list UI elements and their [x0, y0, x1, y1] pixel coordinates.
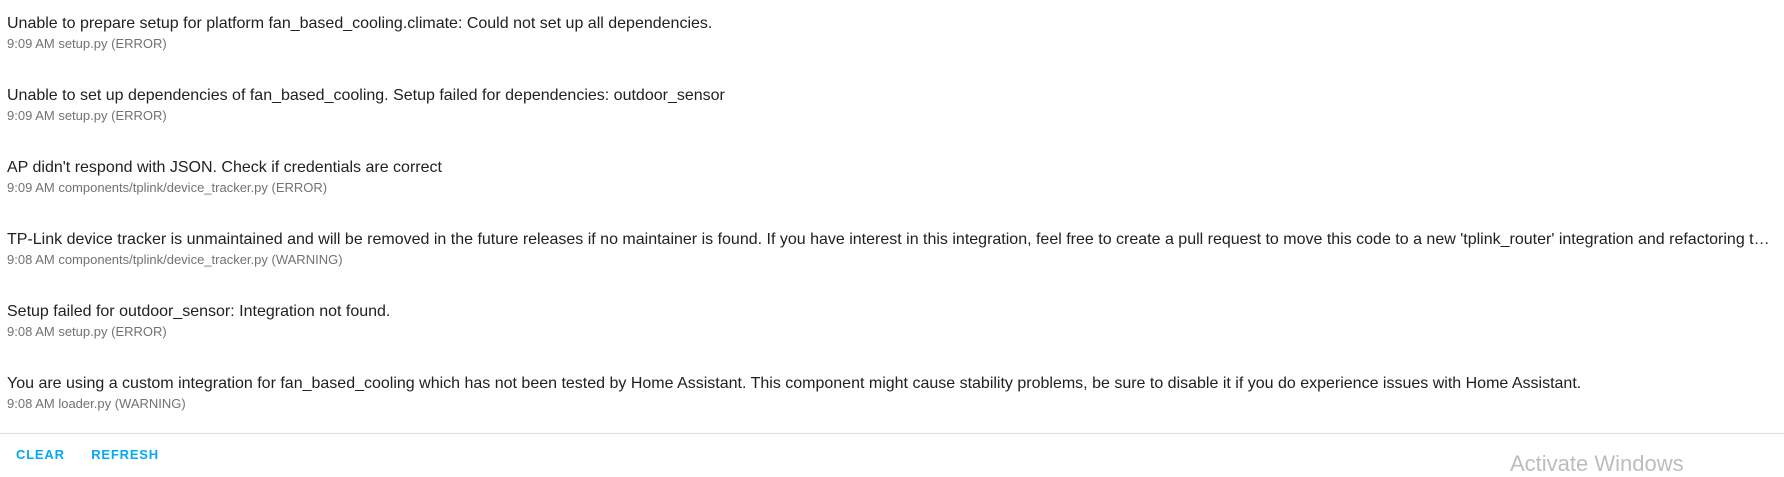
log-time: 9:09 AM	[7, 36, 55, 51]
log-level: (ERROR)	[271, 180, 328, 195]
log-item[interactable]: You are using a custom integration for f…	[7, 374, 1777, 412]
log-level: (ERROR)	[111, 108, 167, 123]
log-source: setup.py	[58, 36, 108, 51]
log-level: (ERROR)	[111, 36, 167, 51]
log-source: loader.py	[58, 396, 112, 411]
log-message: AP didn't respond with JSON. Check if cr…	[7, 159, 442, 176]
log-source: setup.py	[58, 324, 108, 339]
log-item[interactable]: AP didn't respond with JSON. Check if cr…	[7, 158, 1777, 196]
log-meta: 9:09 AM setup.py (ERROR)	[7, 108, 1777, 124]
log-source: components/tplink/device_tracker.py	[58, 252, 268, 267]
log-source: setup.py	[58, 108, 108, 123]
log-source: components/tplink/device_tracker.py	[58, 180, 268, 195]
log-item[interactable]: TP-Link device tracker is unmaintained a…	[7, 230, 1777, 268]
card-actions: CLEAR REFRESH	[6, 443, 171, 463]
log-time: 9:09 AM	[7, 180, 55, 195]
log-time: 9:08 AM	[7, 396, 55, 411]
log-message: Setup failed for outdoor_sensor: Integra…	[7, 303, 391, 320]
log-level: (ERROR)	[111, 324, 167, 339]
log-message: TP-Link device tracker is unmaintained a…	[7, 231, 1777, 248]
log-item[interactable]: Unable to set up dependencies of fan_bas…	[7, 86, 1777, 124]
log-time: 9:09 AM	[7, 108, 55, 123]
log-level: (WARNING)	[114, 396, 186, 411]
log-meta: 9:08 AM components/tplink/device_tracker…	[7, 252, 1777, 268]
log-meta: 9:08 AM loader.py (WARNING)	[7, 396, 1777, 412]
log-item[interactable]: Unable to prepare setup for platform fan…	[7, 14, 1777, 52]
log-item[interactable]: Setup failed for outdoor_sensor: Integra…	[7, 302, 1777, 340]
log-message: Unable to set up dependencies of fan_bas…	[7, 87, 725, 104]
log-meta: 9:09 AM setup.py (ERROR)	[7, 36, 1777, 52]
log-message: You are using a custom integration for f…	[7, 375, 1582, 392]
log-time: 9:08 AM	[7, 324, 55, 339]
log-meta: 9:08 AM setup.py (ERROR)	[7, 324, 1777, 340]
card-divider	[0, 433, 1784, 434]
log-time: 9:08 AM	[7, 252, 55, 267]
activate-windows-watermark: Activate Windows	[1510, 451, 1684, 476]
log-message: Unable to prepare setup for platform fan…	[7, 15, 713, 32]
log-meta: 9:09 AM components/tplink/device_tracker…	[7, 180, 1777, 196]
log-level: (WARNING)	[271, 252, 343, 267]
